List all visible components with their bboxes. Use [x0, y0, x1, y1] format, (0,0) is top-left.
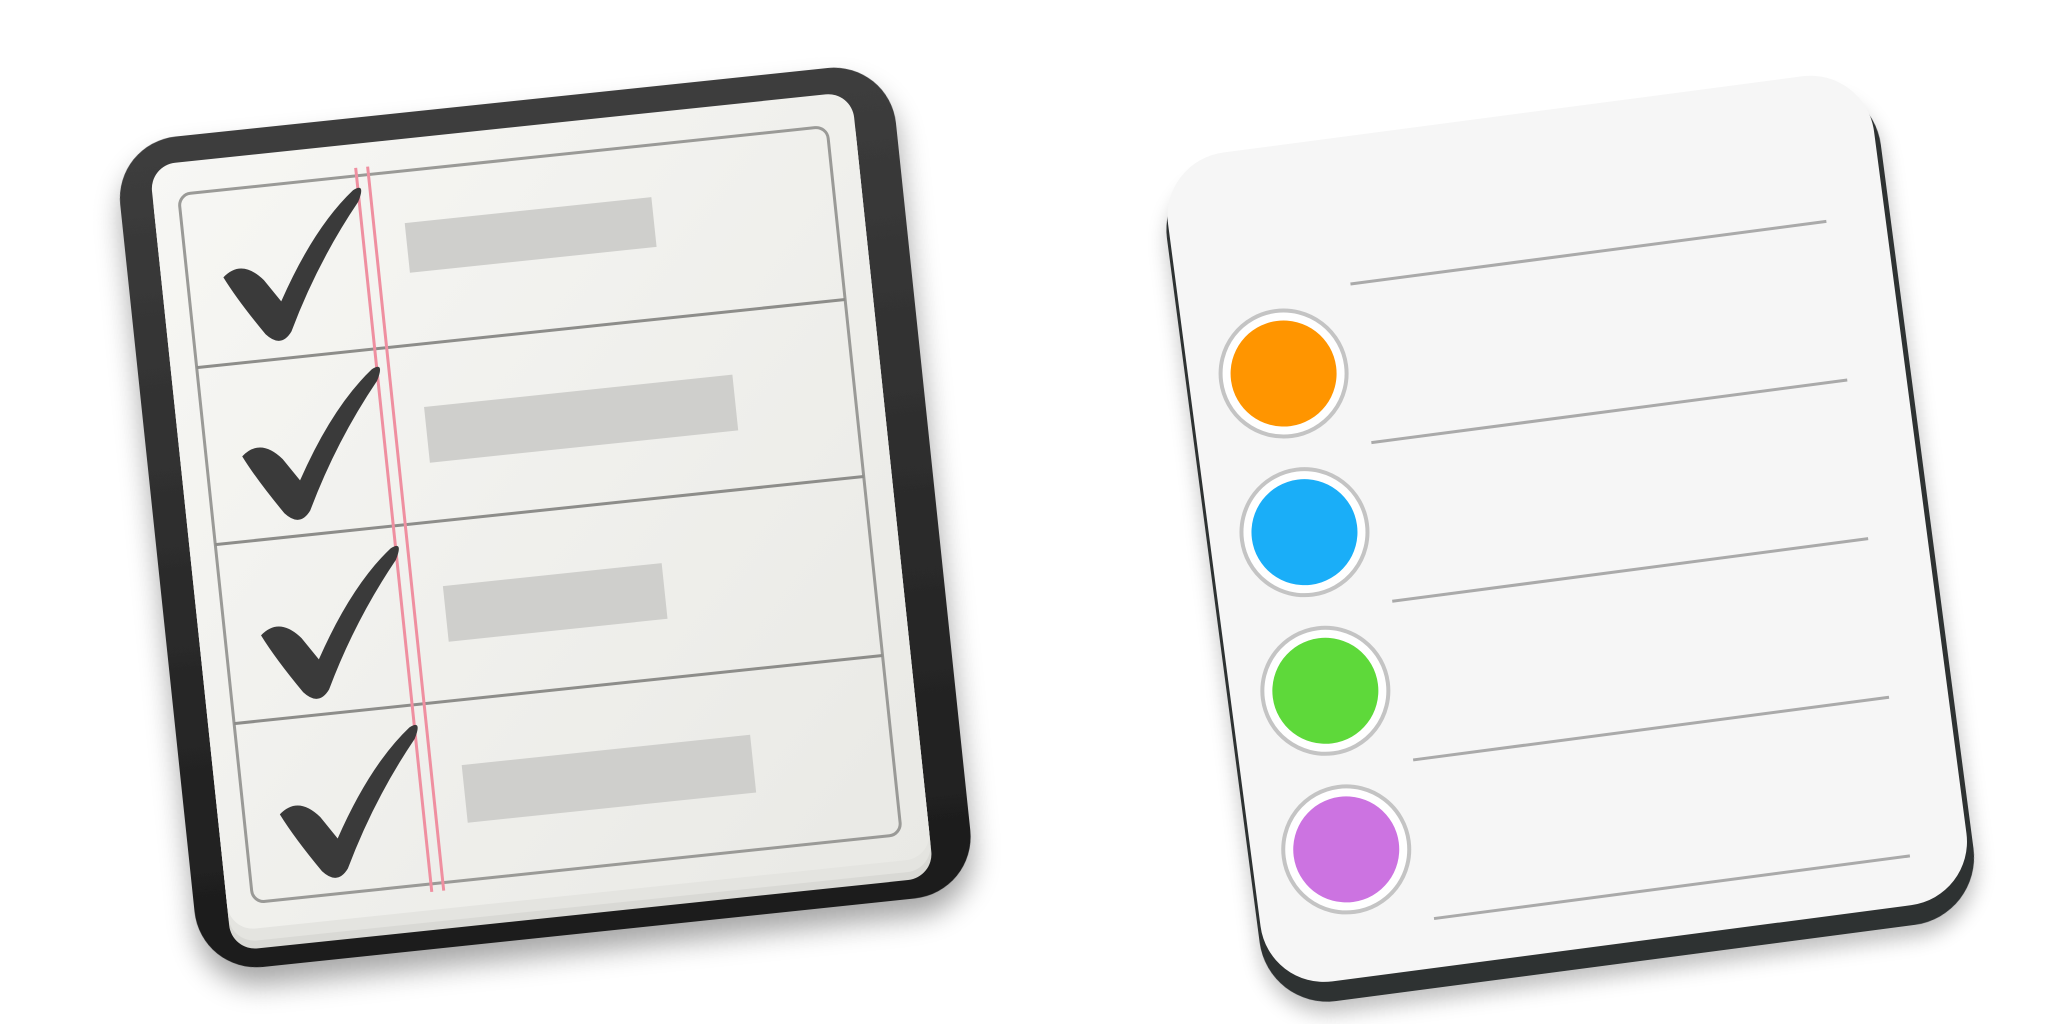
old-reminders-icon: [0, 0, 1024, 1024]
old-reminders-icon-art: [119, 67, 971, 968]
new-reminders-icon: [1024, 0, 2048, 1024]
new-reminders-icon-art: [1166, 75, 1975, 1002]
